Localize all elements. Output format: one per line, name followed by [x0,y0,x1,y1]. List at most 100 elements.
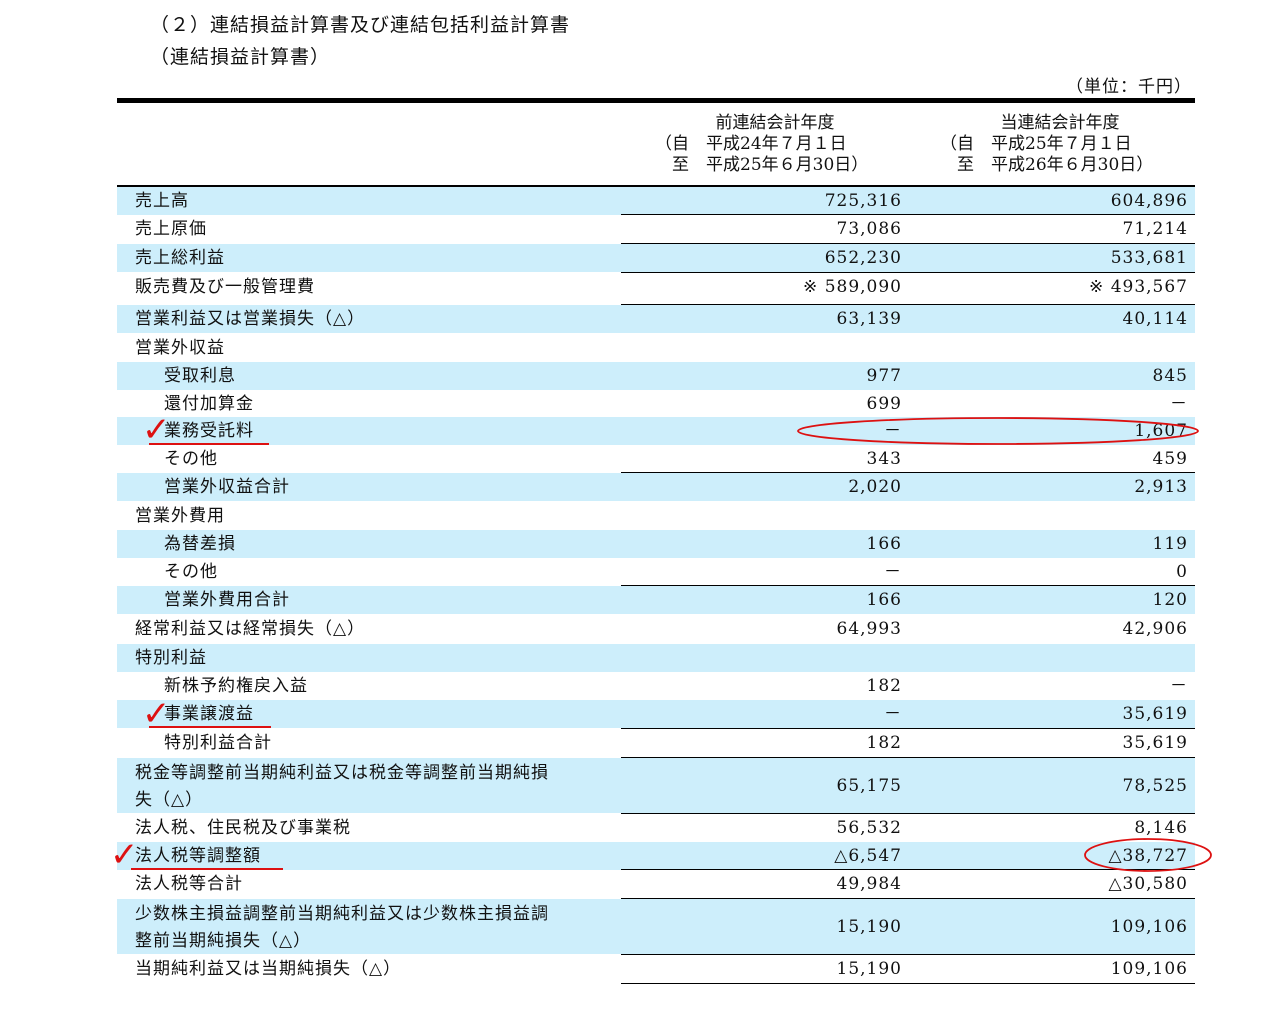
column-header-line: 至 平成26年６月30日） [940,155,1154,175]
table-row: 還付加算金 699 － [117,390,1195,418]
table-row: 特別利益 [117,644,1195,672]
current-year-value: 78,525 [1122,776,1188,796]
row-label: 販売費及び一般管理費 [135,277,315,297]
column-header-prior-year: 前連結会計年度 （自 平成24年７月１日 至 平成25年６月30日） [655,113,895,176]
prior-year-value: 182 [866,733,902,753]
prior-year-value: 64,993 [836,619,902,639]
table-row: 売上原価 73,086 71,214 [117,215,1195,243]
row-label: 営業外費用 [135,506,225,526]
prior-year-value: 166 [866,534,902,554]
current-year-value: － [1170,676,1188,696]
table-row: 業務受託料 － 1,607 [117,417,1195,445]
prior-year-value: － [884,421,902,441]
row-label: 事業譲渡益 [164,704,254,724]
current-year-value: － [1170,394,1188,414]
current-year-value: 459 [1152,449,1188,469]
table-row: 為替差損 166 119 [117,530,1195,558]
current-year-value: 71,214 [1122,219,1188,239]
prior-year-value: 182 [866,676,902,696]
table-row: 売上総利益 652,230 533,681 [117,244,1195,272]
table-row: 少数株主損益調整前当期純利益又は少数株主損益調 整前当期純損失（△） 15,190… [117,899,1195,954]
current-year-value: 0 [1176,562,1188,582]
row-label: 法人税等合計 [135,874,243,894]
top-rule [117,98,1195,103]
row-label: 特別利益合計 [164,733,272,753]
current-year-value: 533,681 [1110,248,1188,268]
row-label: その他 [164,449,218,469]
row-label: 新株予約権戻入益 [164,676,308,696]
table-row: 営業外費用 [117,502,1195,530]
column-header-line: 至 平成25年６月30日） [655,155,869,175]
current-year-value: 35,619 [1122,704,1188,724]
prior-year-value: － [884,562,902,582]
row-label: 特別利益 [135,648,207,668]
column-header-line: 前連結会計年度 [715,113,835,133]
row-label: 売上原価 [135,219,207,239]
prior-year-value: 15,190 [836,959,902,979]
row-label: 法人税等調整額 [135,846,261,866]
current-year-value: 1,607 [1134,421,1188,441]
table-row: 法人税、住民税及び事業税 56,532 8,146 [117,814,1195,842]
row-label: 税金等調整前当期純利益又は税金等調整前当期純損 失（△） [135,763,549,810]
current-year-value: 35,619 [1122,733,1188,753]
document-title: （２）連結損益計算書及び連結包括利益計算書 [150,14,571,36]
current-year-value: 40,114 [1122,309,1188,329]
row-label: 売上高 [135,191,189,211]
prior-year-value: 73,086 [836,219,902,239]
table-row: 新株予約権戻入益 182 － [117,672,1195,700]
column-header-line: 当連結会計年度 [1000,113,1120,133]
row-label: 当期純利益又は当期純損失（△） [135,959,402,979]
table-row: 営業外費用合計 166 120 [117,586,1195,614]
table-row: 受取利息 977 845 [117,362,1195,390]
table-row: 営業外収益合計 2,020 2,913 [117,473,1195,501]
current-year-value: 2,913 [1134,477,1188,497]
current-year-value: 109,106 [1110,917,1188,937]
prior-year-value: 652,230 [824,248,902,268]
document-subtitle: （連結損益計算書） [150,46,331,68]
row-label: 営業外収益合計 [164,477,290,497]
row-label: 少数株主損益調整前当期純利益又は少数株主損益調 整前当期純損失（△） [135,904,549,951]
column-header-line: （自 平成24年７月１日 [655,134,847,154]
row-label: 受取利息 [164,366,236,386]
row-label: 法人税、住民税及び事業税 [135,818,351,838]
prior-year-value: 699 [866,394,902,414]
prior-year-value: 2,020 [848,477,902,497]
prior-year-value: 15,190 [836,917,902,937]
table-row: 営業利益又は営業損失（△） 63,139 40,114 [117,305,1195,333]
current-year-value: △38,727 [1108,846,1188,866]
prior-year-value: 977 [866,366,902,386]
prior-year-value: － [884,704,902,724]
row-label: 営業外収益 [135,338,225,358]
table-row: 税金等調整前当期純利益又は税金等調整前当期純損 失（△） 65,175 78,525 [117,758,1195,813]
column-header-line: （自 平成25年７月１日 [940,134,1132,154]
table-row: 事業譲渡益 － 35,619 [117,700,1195,728]
unit-label: （単位：千円） [1066,77,1192,97]
row-label: 還付加算金 [164,394,254,414]
column-header-current-year: 当連結会計年度 （自 平成25年７月１日 至 平成26年６月30日） [940,113,1180,176]
table-row: その他 － 0 [117,558,1195,586]
prior-year-value: 65,175 [836,776,902,796]
row-label: 営業外費用合計 [164,590,290,610]
current-year-value: 604,896 [1110,191,1188,211]
prior-year-value: △6,547 [834,846,902,866]
prior-year-value: 343 [866,449,902,469]
current-year-value: 8,146 [1134,818,1188,838]
current-year-value: △30,580 [1108,874,1188,894]
prior-year-value: 166 [866,590,902,610]
table-row: 経常利益又は経常損失（△） 64,993 42,906 [117,615,1195,643]
check-mark-icon: ✓ [142,694,171,734]
table-row: 法人税等合計 49,984 △30,580 [117,870,1195,898]
prior-year-value: 725,316 [824,191,902,211]
row-rule [621,983,1195,984]
table-row: 売上高 725,316 604,896 [117,187,1195,215]
table-row: その他 343 459 [117,445,1195,473]
current-year-value: 109,106 [1110,959,1188,979]
current-year-value: 845 [1152,366,1188,386]
row-label: その他 [164,562,218,582]
current-year-value: 119 [1152,534,1188,554]
row-label: 経常利益又は経常損失（△） [135,619,366,639]
table-row: 営業外収益 [117,334,1195,362]
row-label: 売上総利益 [135,248,225,268]
table-row: 当期純利益又は当期純損失（△） 15,190 109,106 [117,955,1195,983]
current-year-value: ※ 493,567 [1089,277,1188,297]
